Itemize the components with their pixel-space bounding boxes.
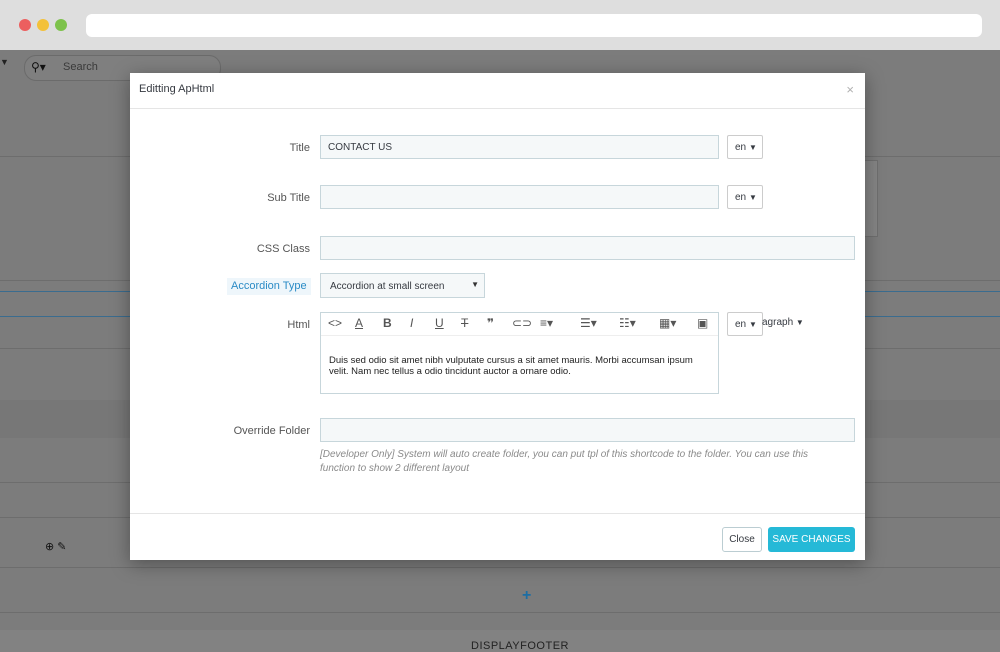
editor-toolbar: <> A B I U T ❞ ⊂⊃ ≡▾ ☰▾ ☷▾ ▦▾ ▣	[321, 313, 718, 336]
bg-card	[864, 160, 878, 237]
caret-down-icon: ▼	[795, 318, 804, 327]
image-icon[interactable]: ▣	[697, 316, 708, 330]
title-lang-dropdown[interactable]: en ▼	[727, 135, 763, 159]
close-button[interactable]: Close	[722, 527, 762, 552]
bg-footer-label: DISPLAYFOOTER	[471, 640, 569, 652]
modal-footer: Close SAVE CHANGES	[130, 513, 865, 561]
caret-down-icon: ▼	[749, 320, 757, 329]
accordion-type-select[interactable]: Accordion at small screen ▼	[320, 273, 485, 298]
text-color-icon[interactable]: A	[355, 316, 363, 330]
bg-divider	[0, 567, 1000, 568]
override-folder-label: Override Folder	[233, 425, 310, 437]
title-input[interactable]: CONTACT US	[320, 135, 719, 159]
link-icon[interactable]: ⊂⊃	[512, 316, 532, 330]
browser-chrome	[0, 0, 1000, 50]
window-close-dot[interactable]	[19, 19, 31, 31]
modal-header: Editting ApHtml ×	[130, 73, 865, 109]
save-changes-button[interactable]: SAVE CHANGES	[768, 527, 855, 552]
caret-down-icon: ▼	[749, 193, 757, 202]
align-icon[interactable]: ≡▾	[540, 316, 553, 330]
table-icon[interactable]: ▦▾	[659, 316, 676, 330]
html-label: Html	[287, 319, 310, 331]
bg-plus-icon: +	[522, 587, 532, 604]
window-minimize-dot[interactable]	[37, 19, 49, 31]
bullet-list-icon[interactable]: ☰▾	[580, 316, 597, 330]
modal-close-icon[interactable]: ×	[846, 82, 854, 97]
override-folder-input[interactable]	[320, 418, 855, 442]
title-label: Title	[289, 142, 310, 154]
bg-dropdown-caret-icon: ▼	[0, 57, 9, 67]
paragraph-style-dropdown[interactable]: agraph ▼	[762, 317, 804, 328]
bg-search-placeholder: Search	[63, 61, 98, 73]
css-class-input[interactable]	[320, 236, 855, 260]
address-bar[interactable]	[86, 14, 982, 37]
bg-add-edit-icon: ⊕ ✎	[45, 541, 67, 553]
modal-title: Editting ApHtml	[139, 83, 215, 95]
edit-modal: Editting ApHtml × Title CONTACT US en ▼ S…	[130, 73, 865, 560]
html-lang-label: en	[735, 319, 747, 330]
caret-down-icon: ▼	[749, 143, 757, 152]
subtitle-label: Sub Title	[267, 192, 310, 204]
subtitle-lang-label: en	[735, 192, 747, 203]
override-folder-help: [Developer Only] System will auto create…	[320, 449, 809, 474]
accordion-type-value: Accordion at small screen	[330, 281, 445, 292]
title-lang-label: en	[735, 142, 747, 153]
html-editor[interactable]: <> A B I U T ❞ ⊂⊃ ≡▾ ☰▾ ☷▾ ▦▾ ▣ Duis sed…	[320, 312, 719, 394]
bg-search-icon: ⚲▾	[31, 60, 46, 74]
bg-divider	[0, 612, 1000, 613]
strikethrough-icon[interactable]: T	[461, 316, 468, 330]
subtitle-lang-dropdown[interactable]: en ▼	[727, 185, 763, 209]
window-maximize-dot[interactable]	[55, 19, 67, 31]
underline-icon[interactable]: U	[435, 316, 444, 330]
code-view-icon[interactable]: <>	[328, 316, 342, 330]
numbered-list-icon[interactable]: ☷▾	[619, 316, 636, 330]
bold-icon[interactable]: B	[383, 316, 392, 330]
blockquote-icon[interactable]: ❞	[487, 316, 494, 330]
caret-down-icon: ▼	[471, 280, 479, 289]
html-lang-dropdown[interactable]: en ▼	[727, 312, 763, 336]
accordion-type-label: Accordion Type	[227, 278, 311, 295]
subtitle-input[interactable]	[320, 185, 719, 209]
css-class-label: CSS Class	[256, 243, 310, 255]
title-input-value: CONTACT US	[328, 142, 393, 153]
paragraph-label: agraph	[762, 317, 794, 328]
editor-content[interactable]: Duis sed odio sit amet nibh vulputate cu…	[329, 355, 714, 377]
italic-icon[interactable]: I	[410, 316, 413, 330]
